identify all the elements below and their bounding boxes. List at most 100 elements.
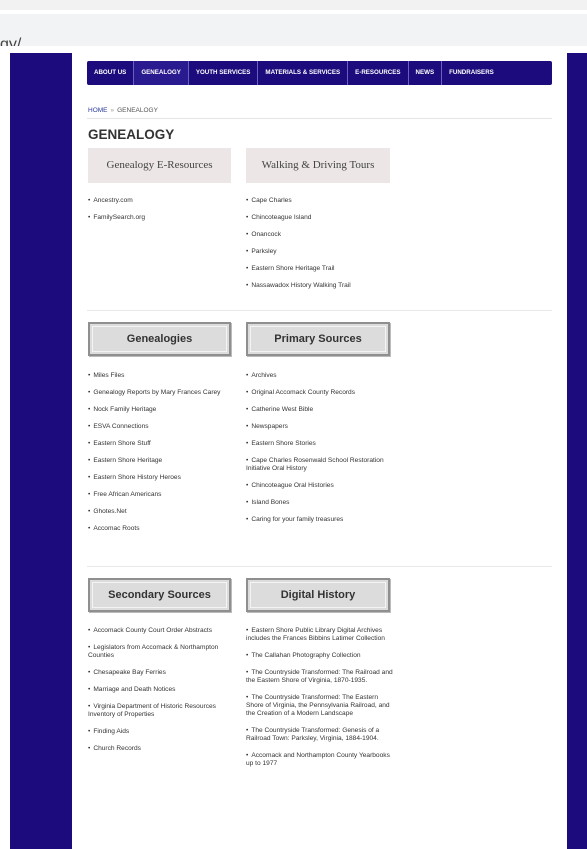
list-item[interactable]: • Eastern Shore Stories xyxy=(246,440,396,448)
list-item-link[interactable]: Accomack and Northampton County Yearbook… xyxy=(246,752,390,767)
bullet-icon: • xyxy=(246,197,249,204)
list-item-link[interactable]: Eastern Shore Heritage xyxy=(93,457,162,464)
list-item[interactable]: • Miles Files xyxy=(88,372,238,380)
breadcrumb-home-link[interactable]: HOME xyxy=(88,107,108,114)
list-item-link[interactable]: Ancestry.com xyxy=(93,197,132,204)
list-item-link[interactable]: Ghotes.Net xyxy=(93,508,126,515)
list-item[interactable]: • Finding Aids xyxy=(88,728,228,736)
list-item[interactable]: • Free African Americans xyxy=(88,491,238,499)
list-item[interactable]: • Nassawadox History Walking Trail xyxy=(246,282,396,290)
list-item[interactable]: • Eastern Shore Heritage xyxy=(88,457,238,465)
list-item[interactable]: • The Countryside Transformed: Genesis of… xyxy=(246,727,394,743)
list-item-link[interactable]: Island Bones xyxy=(251,499,289,506)
list-item[interactable]: • Eastern Shore History Heroes xyxy=(88,474,238,482)
list-item-link[interactable]: Newspapers xyxy=(251,423,288,430)
list-item-link[interactable]: Eastern Shore History Heroes xyxy=(93,474,181,481)
list-item-link[interactable]: Eastern Shore Stories xyxy=(251,440,316,447)
list-item-link[interactable]: Marriage and Death Notices xyxy=(93,686,175,693)
list-item[interactable]: • Chincoteague Oral Histories xyxy=(246,482,396,490)
list-item[interactable]: • Ancestry.com xyxy=(88,197,233,205)
list-item-link[interactable]: Accomac Roots xyxy=(93,525,139,532)
list-item[interactable]: • Eastern Shore Public Library Digital Ar… xyxy=(246,627,394,643)
list-item-link[interactable]: Cape Charles xyxy=(251,197,291,204)
list-item-link[interactable]: FamilySearch.org xyxy=(93,214,145,221)
list-item-link[interactable]: Legislators from Accomack & Northampton … xyxy=(88,644,218,659)
bullet-icon: • xyxy=(246,694,249,701)
list-item-link[interactable]: The Countryside Transformed: Genesis of … xyxy=(246,727,379,742)
nav-item-about-us[interactable]: ABOUT US xyxy=(87,61,135,85)
list-item[interactable]: • Catherine West Bible xyxy=(246,406,396,414)
nav-item-youth-services[interactable]: YOUTH SERVICES xyxy=(189,61,259,85)
bullet-icon: • xyxy=(88,423,91,430)
secondary-sources-heading-image[interactable]: Secondary Sources xyxy=(88,578,231,612)
list-item[interactable]: • Virginia Department of Historic Resourc… xyxy=(88,703,228,719)
list-item[interactable]: • Church Records xyxy=(88,745,228,753)
list-item[interactable]: • Marriage and Death Notices xyxy=(88,686,228,694)
list-item[interactable]: • Accomack and Northampton County Yearboo… xyxy=(246,752,394,768)
list-item[interactable]: • ESVA Connections xyxy=(88,423,238,431)
list-item-link[interactable]: Miles Files xyxy=(93,372,124,379)
list-item-link[interactable]: Nassawadox History Walking Trail xyxy=(251,282,350,289)
nav-item-materials-services[interactable]: MATERIALS & SERVICES xyxy=(258,61,349,85)
list-item[interactable]: • The Countryside Transformed: The Railro… xyxy=(246,669,394,685)
section-divider xyxy=(87,566,552,567)
list-item[interactable]: • Parksley xyxy=(246,248,396,256)
nav-item-fundraisers[interactable]: FUNDRAISERS xyxy=(442,61,501,85)
list-item-link[interactable]: The Countryside Transformed: The Eastern… xyxy=(246,694,390,717)
list-item[interactable]: • Cape Charles xyxy=(246,197,396,205)
list-item-link[interactable]: Chincoteague Oral Histories xyxy=(251,482,333,489)
list-item-link[interactable]: Parksley xyxy=(251,248,276,255)
list-item[interactable]: • Caring for your family treasures xyxy=(246,516,396,524)
list-item-link[interactable]: The Countryside Transformed: The Railroa… xyxy=(246,669,393,684)
list-item-link[interactable]: Nock Family Heritage xyxy=(93,406,156,413)
list-item-link[interactable]: Eastern Shore Public Library Digital Arc… xyxy=(246,627,385,642)
list-item[interactable]: • Chincoteague Island xyxy=(246,214,396,222)
list-item[interactable]: • Eastern Shore Stuff xyxy=(88,440,238,448)
list-item-link[interactable]: Free African Americans xyxy=(93,491,161,498)
list-item-link[interactable]: Accomack County Court Order Abstracts xyxy=(93,627,212,634)
list-item-link[interactable]: The Callahan Photography Collection xyxy=(251,652,360,659)
digital-history-heading-image[interactable]: Digital History xyxy=(246,578,390,612)
list-item-link[interactable]: Finding Aids xyxy=(93,728,129,735)
list-item-link[interactable]: Caring for your family treasures xyxy=(251,516,343,523)
list-item[interactable]: • Cape Charles Rosenwald School Restorati… xyxy=(246,457,396,473)
breadcrumb-separator: » xyxy=(110,107,115,114)
list-item[interactable]: • Ghotes.Net xyxy=(88,508,238,516)
list-item-link[interactable]: Cape Charles Rosenwald School Restoratio… xyxy=(246,457,384,472)
list-item-link[interactable]: Chincoteague Island xyxy=(251,214,311,221)
list-item[interactable]: • Chesapeake Bay Ferries xyxy=(88,669,228,677)
list-item[interactable]: • Nock Family Heritage xyxy=(88,406,238,414)
list-item[interactable]: • The Callahan Photography Collection xyxy=(246,652,394,660)
list-item-link[interactable]: Chesapeake Bay Ferries xyxy=(93,669,166,676)
primary-sources-heading: Primary Sources xyxy=(274,333,362,345)
list-item[interactable]: • Eastern Shore Heritage Trail xyxy=(246,265,396,273)
list-item-link[interactable]: Eastern Shore Stuff xyxy=(93,440,150,447)
nav-item-e-resources[interactable]: E-RESOURCES xyxy=(348,61,409,85)
list-item-link[interactable]: Archives xyxy=(251,372,276,379)
list-item-link[interactable]: Virginia Department of Historic Resource… xyxy=(88,703,216,718)
list-item[interactable]: • Genealogy Reports by Mary Frances Carey xyxy=(88,389,238,397)
list-item[interactable]: • Accomac Roots xyxy=(88,525,238,533)
nav-item-genealogy[interactable]: GENEALOGY xyxy=(134,61,189,85)
list-item[interactable]: • FamilySearch.org xyxy=(88,214,233,222)
list-item[interactable]: • Onancock xyxy=(246,231,396,239)
list-item-link[interactable]: Onancock xyxy=(251,231,281,238)
list-item[interactable]: • The Countryside Transformed: The Easter… xyxy=(246,694,394,718)
list-item[interactable]: • Newspapers xyxy=(246,423,396,431)
primary-sources-heading-image[interactable]: Primary Sources xyxy=(246,322,390,356)
list-item[interactable]: • Legislators from Accomack & Northampton… xyxy=(88,644,228,660)
list-item[interactable]: • Archives xyxy=(246,372,396,380)
genealogies-heading-image[interactable]: Genealogies xyxy=(88,322,231,356)
list-item-link[interactable]: Genealogy Reports by Mary Frances Carey xyxy=(93,389,220,396)
genealogies-list: • Miles Files • Genealogy Reports by Mary F… xyxy=(88,372,238,542)
list-item-link[interactable]: Church Records xyxy=(93,745,141,752)
list-item-link[interactable]: Catherine West Bible xyxy=(251,406,313,413)
list-item-link[interactable]: Original Accomack County Records xyxy=(251,389,355,396)
list-item-link[interactable]: Eastern Shore Heritage Trail xyxy=(251,265,334,272)
nav-item-news[interactable]: NEWS xyxy=(409,61,443,85)
list-item[interactable]: • Original Accomack County Records xyxy=(246,389,396,397)
list-item-link[interactable]: ESVA Connections xyxy=(93,423,148,430)
list-item[interactable]: • Accomack County Court Order Abstracts xyxy=(88,627,228,635)
address-bar[interactable]: gy/ xyxy=(0,14,587,53)
list-item[interactable]: • Island Bones xyxy=(246,499,396,507)
